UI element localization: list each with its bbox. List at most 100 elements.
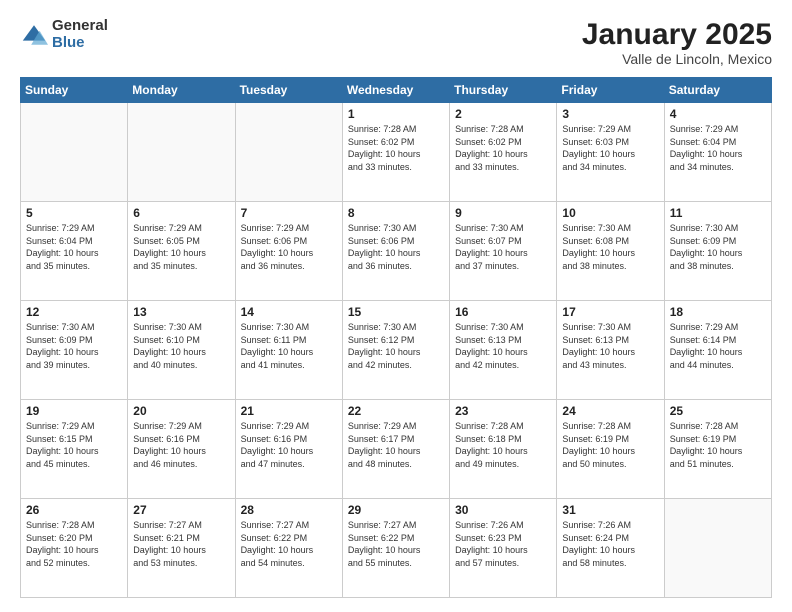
day-number: 18 <box>670 305 766 319</box>
weekday-row: SundayMondayTuesdayWednesdayThursdayFrid… <box>21 78 772 103</box>
calendar-cell: 23Sunrise: 7:28 AM Sunset: 6:18 PM Dayli… <box>450 400 557 499</box>
calendar-cell: 4 Sunrise: 7:29 AM Sunset: 6:04 PM Daylig… <box>664 103 771 202</box>
day-number: 19 <box>26 404 122 418</box>
weekday-thursday: Thursday <box>450 78 557 103</box>
weekday-sunday: Sunday <box>21 78 128 103</box>
calendar-cell: 21 Sunrise: 7:29 AM Sunset: 6:16 PM Dayli… <box>235 400 342 499</box>
day-info: Sunrise: 7:30 AM Sunset: 6:08 PM Dayligh… <box>562 222 658 272</box>
calendar-cell <box>235 103 342 202</box>
logo: General Blue <box>20 18 108 51</box>
month-title: January 2025 <box>582 18 772 51</box>
calendar: SundayMondayTuesdayWednesdayThursdayFrid… <box>20 77 772 598</box>
calendar-cell: 2Sunrise: 7:28 AM Sunset: 6:02 PM Daylig… <box>450 103 557 202</box>
title-block: January 2025 Valle de Lincoln, Mexico <box>582 18 772 67</box>
calendar-cell: 29 Sunrise: 7:27 AM Sunset: 6:22 PM Dayli… <box>342 499 449 598</box>
day-number: 2 <box>455 107 551 121</box>
day-info: Sunrise: 7:28 AM Sunset: 6:20 PM Dayligh… <box>26 519 122 569</box>
calendar-cell: 13 Sunrise: 7:30 AM Sunset: 6:10 PM Dayli… <box>128 301 235 400</box>
calendar-cell: 1 Sunrise: 7:28 AM Sunset: 6:02 PM Daylig… <box>342 103 449 202</box>
day-info: Sunrise: 7:29 AM Sunset: 6:16 PM Dayligh… <box>241 420 337 470</box>
calendar-cell <box>664 499 771 598</box>
day-number: 29 <box>348 503 444 517</box>
weekday-tuesday: Tuesday <box>235 78 342 103</box>
week-row-3: 19Sunrise: 7:29 AM Sunset: 6:15 PM Dayli… <box>21 400 772 499</box>
calendar-cell: 3Sunrise: 7:29 AM Sunset: 6:03 PM Daylig… <box>557 103 664 202</box>
calendar-cell: 24 Sunrise: 7:28 AM Sunset: 6:19 PM Dayli… <box>557 400 664 499</box>
calendar-body: 1 Sunrise: 7:28 AM Sunset: 6:02 PM Daylig… <box>21 103 772 598</box>
day-number: 6 <box>133 206 229 220</box>
location: Valle de Lincoln, Mexico <box>582 51 772 67</box>
calendar-cell: 26 Sunrise: 7:28 AM Sunset: 6:20 PM Dayli… <box>21 499 128 598</box>
calendar-cell: 30 Sunrise: 7:26 AM Sunset: 6:23 PM Dayli… <box>450 499 557 598</box>
day-number: 24 <box>562 404 658 418</box>
day-info: Sunrise: 7:29 AM Sunset: 6:04 PM Dayligh… <box>26 222 122 272</box>
logo-text: General Blue <box>52 18 108 51</box>
day-number: 13 <box>133 305 229 319</box>
day-number: 10 <box>562 206 658 220</box>
week-row-2: 12 Sunrise: 7:30 AM Sunset: 6:09 PM Dayli… <box>21 301 772 400</box>
day-info: Sunrise: 7:26 AM Sunset: 6:23 PM Dayligh… <box>455 519 551 569</box>
header: General Blue January 2025 Valle de Linco… <box>20 18 772 67</box>
day-info: Sunrise: 7:29 AM Sunset: 6:04 PM Dayligh… <box>670 123 766 173</box>
day-number: 8 <box>348 206 444 220</box>
calendar-cell: 16Sunrise: 7:30 AM Sunset: 6:13 PM Dayli… <box>450 301 557 400</box>
day-info: Sunrise: 7:30 AM Sunset: 6:11 PM Dayligh… <box>241 321 337 371</box>
day-info: Sunrise: 7:30 AM Sunset: 6:09 PM Dayligh… <box>670 222 766 272</box>
day-number: 4 <box>670 107 766 121</box>
day-number: 11 <box>670 206 766 220</box>
day-info: Sunrise: 7:30 AM Sunset: 6:13 PM Dayligh… <box>455 321 551 371</box>
day-info: Sunrise: 7:30 AM Sunset: 6:12 PM Dayligh… <box>348 321 444 371</box>
weekday-monday: Monday <box>128 78 235 103</box>
day-number: 14 <box>241 305 337 319</box>
day-info: Sunrise: 7:30 AM Sunset: 6:09 PM Dayligh… <box>26 321 122 371</box>
weekday-saturday: Saturday <box>664 78 771 103</box>
day-info: Sunrise: 7:28 AM Sunset: 6:19 PM Dayligh… <box>562 420 658 470</box>
day-number: 3 <box>562 107 658 121</box>
day-info: Sunrise: 7:29 AM Sunset: 6:06 PM Dayligh… <box>241 222 337 272</box>
week-row-0: 1 Sunrise: 7:28 AM Sunset: 6:02 PM Daylig… <box>21 103 772 202</box>
day-number: 23 <box>455 404 551 418</box>
weekday-friday: Friday <box>557 78 664 103</box>
day-info: Sunrise: 7:29 AM Sunset: 6:14 PM Dayligh… <box>670 321 766 371</box>
calendar-cell: 20Sunrise: 7:29 AM Sunset: 6:16 PM Dayli… <box>128 400 235 499</box>
day-number: 17 <box>562 305 658 319</box>
day-info: Sunrise: 7:27 AM Sunset: 6:22 PM Dayligh… <box>348 519 444 569</box>
calendar-header: SundayMondayTuesdayWednesdayThursdayFrid… <box>21 78 772 103</box>
calendar-cell: 17 Sunrise: 7:30 AM Sunset: 6:13 PM Dayli… <box>557 301 664 400</box>
calendar-cell: 15Sunrise: 7:30 AM Sunset: 6:12 PM Dayli… <box>342 301 449 400</box>
day-number: 21 <box>241 404 337 418</box>
calendar-cell: 9Sunrise: 7:30 AM Sunset: 6:07 PM Daylig… <box>450 202 557 301</box>
day-info: Sunrise: 7:30 AM Sunset: 6:13 PM Dayligh… <box>562 321 658 371</box>
calendar-cell: 11 Sunrise: 7:30 AM Sunset: 6:09 PM Dayli… <box>664 202 771 301</box>
day-number: 22 <box>348 404 444 418</box>
weekday-wednesday: Wednesday <box>342 78 449 103</box>
day-number: 26 <box>26 503 122 517</box>
day-number: 30 <box>455 503 551 517</box>
calendar-cell: 10 Sunrise: 7:30 AM Sunset: 6:08 PM Dayli… <box>557 202 664 301</box>
calendar-cell <box>128 103 235 202</box>
day-number: 12 <box>26 305 122 319</box>
day-number: 1 <box>348 107 444 121</box>
calendar-cell: 18 Sunrise: 7:29 AM Sunset: 6:14 PM Dayli… <box>664 301 771 400</box>
day-info: Sunrise: 7:30 AM Sunset: 6:10 PM Dayligh… <box>133 321 229 371</box>
day-info: Sunrise: 7:27 AM Sunset: 6:21 PM Dayligh… <box>133 519 229 569</box>
calendar-cell: 27Sunrise: 7:27 AM Sunset: 6:21 PM Dayli… <box>128 499 235 598</box>
calendar-cell: 31Sunrise: 7:26 AM Sunset: 6:24 PM Dayli… <box>557 499 664 598</box>
week-row-4: 26 Sunrise: 7:28 AM Sunset: 6:20 PM Dayli… <box>21 499 772 598</box>
day-info: Sunrise: 7:28 AM Sunset: 6:19 PM Dayligh… <box>670 420 766 470</box>
page: General Blue January 2025 Valle de Linco… <box>0 0 792 612</box>
day-number: 25 <box>670 404 766 418</box>
day-info: Sunrise: 7:27 AM Sunset: 6:22 PM Dayligh… <box>241 519 337 569</box>
day-number: 28 <box>241 503 337 517</box>
week-row-1: 5Sunrise: 7:29 AM Sunset: 6:04 PM Daylig… <box>21 202 772 301</box>
calendar-cell: 22Sunrise: 7:29 AM Sunset: 6:17 PM Dayli… <box>342 400 449 499</box>
calendar-cell: 6Sunrise: 7:29 AM Sunset: 6:05 PM Daylig… <box>128 202 235 301</box>
day-info: Sunrise: 7:26 AM Sunset: 6:24 PM Dayligh… <box>562 519 658 569</box>
day-number: 9 <box>455 206 551 220</box>
calendar-cell: 19Sunrise: 7:29 AM Sunset: 6:15 PM Dayli… <box>21 400 128 499</box>
logo-general: General <box>52 18 108 35</box>
calendar-cell: 25 Sunrise: 7:28 AM Sunset: 6:19 PM Dayli… <box>664 400 771 499</box>
calendar-cell: 5Sunrise: 7:29 AM Sunset: 6:04 PM Daylig… <box>21 202 128 301</box>
day-info: Sunrise: 7:28 AM Sunset: 6:02 PM Dayligh… <box>348 123 444 173</box>
calendar-cell <box>21 103 128 202</box>
